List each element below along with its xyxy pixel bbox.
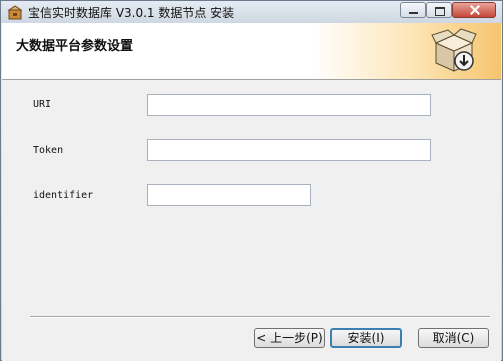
token-input[interactable] [147, 139, 431, 161]
uri-input[interactable] [147, 94, 431, 116]
install-button[interactable]: 安装(I) [330, 328, 402, 348]
uri-label: URI [33, 99, 52, 110]
divider [30, 316, 490, 318]
window-title: 宝信实时数据库 V3.0.1 数据节点 安装 [28, 6, 235, 20]
title-bar[interactable]: 宝信实时数据库 V3.0.1 数据节点 安装 [1, 1, 502, 23]
token-label: Token [33, 145, 64, 156]
identifier-label: identifier [33, 190, 94, 201]
app-icon [7, 5, 23, 20]
close-button[interactable] [452, 2, 496, 18]
identifier-input[interactable] [147, 184, 311, 206]
settings-panel: URI Token identifier < 上一步(P) 安装(I) 取消(C… [2, 80, 501, 361]
maximize-button[interactable] [426, 2, 452, 18]
cancel-button[interactable]: 取消(C) [418, 328, 489, 348]
page-title: 大数据平台参数设置 [16, 39, 134, 54]
install-box-icon [431, 28, 477, 72]
installer-window: 宝信实时数据库 V3.0.1 数据节点 安装 大数据平台参数设置 URI Tok… [0, 0, 503, 361]
header-banner: 大数据平台参数设置 [2, 23, 501, 80]
back-button[interactable]: < 上一步(P) [254, 328, 325, 348]
minimize-button[interactable] [400, 2, 426, 18]
